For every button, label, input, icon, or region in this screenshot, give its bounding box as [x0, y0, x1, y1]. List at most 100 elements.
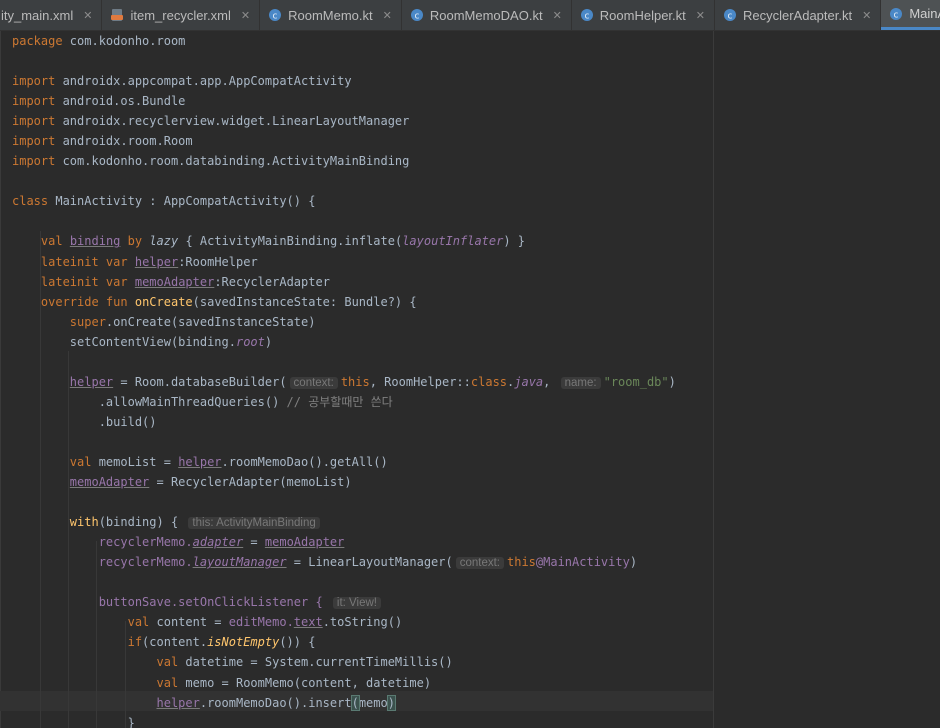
close-icon[interactable]: ✕ [553, 9, 562, 22]
current-code-line: helper.roomMemoDao().insert(memo) [12, 693, 676, 713]
code-line: super.onCreate(savedInstanceState) [12, 312, 676, 332]
property-name: layoutManager [192, 555, 287, 570]
code-line: val memo = RoomMemo(content, datetime) [12, 673, 676, 693]
keyword: import [12, 154, 56, 169]
type-name: :RecyclerAdapter [214, 274, 330, 289]
code-text: } [127, 715, 135, 728]
keyword: import [12, 74, 56, 89]
tab-mainactivity-kt[interactable]: cMainActivity.kt✕ [881, 0, 940, 30]
code-text: = [243, 535, 265, 550]
code-text: ) [264, 334, 273, 349]
code-line: lateinit var memoAdapter:RecyclerAdapter [12, 272, 676, 292]
code-line: import android.os.Bundle [12, 91, 676, 111]
tab-label: RoomMemoDAO.kt [429, 7, 543, 23]
property-name: memoAdapter [264, 535, 345, 550]
property-name: memoAdapter [69, 475, 150, 490]
close-icon[interactable]: ✕ [383, 9, 392, 22]
code-text: = RecyclerAdapter(memoList) [149, 475, 352, 490]
keyword: class [12, 194, 49, 209]
editor-tab-bar: ity_main.xml ✕ item_recycler.xml ✕ c RoomMemo… [0, 0, 940, 31]
code-line: import com.kodonho.room.databinding.Acti… [12, 151, 676, 171]
code-line: override fun onCreate(savedInstanceState… [12, 292, 676, 312]
lambda-param-hint: it: View! [332, 597, 381, 610]
kotlin-class-icon: c [889, 7, 903, 21]
code-line: recyclerMemo.adapter = memoAdapter [12, 532, 676, 552]
receiver-hint: this: ActivityMainBinding [188, 517, 320, 530]
tab-label: RoomMemo.kt [288, 7, 373, 23]
keyword: lateinit var [40, 254, 128, 269]
keyword: import [12, 134, 56, 149]
code-text: ) } [503, 234, 526, 249]
keyword: val [69, 454, 92, 469]
kotlin-class-icon: c [410, 8, 424, 22]
code-text: memo [358, 695, 388, 710]
code-line: val memoList = helper.roomMemoDao().getA… [12, 452, 676, 472]
import-path: androidx.room.Room [55, 134, 193, 149]
property-name: adapter [192, 535, 244, 550]
parameter-hint: context: [455, 557, 504, 570]
tab-label: MainActivity.kt [909, 6, 940, 21]
tab-item-recycler-xml[interactable]: item_recycler.xml ✕ [102, 0, 261, 30]
code-line: import androidx.room.Room [12, 131, 676, 151]
close-icon[interactable]: ✕ [696, 9, 705, 22]
keyword: import [12, 114, 56, 129]
svg-text:c: c [273, 12, 278, 22]
code-line: .allowMainThreadQueries() // 공부할때만 쓴다 [12, 392, 676, 412]
parameter-hint: context: [289, 376, 338, 389]
keyword: class [470, 374, 508, 389]
keyword: this [340, 374, 370, 389]
kotlin-class-icon: c [268, 8, 282, 22]
code-line: import androidx.appcompat.app.AppCompatA… [12, 71, 676, 91]
tab-roommemodao-kt[interactable]: c RoomMemoDAO.kt ✕ [402, 0, 572, 30]
text-cursor [394, 696, 396, 711]
tab-label: RoomHelper.kt [599, 7, 686, 23]
property-name: java [514, 374, 544, 389]
property-name: binding [69, 234, 121, 249]
code-line: val datetime = System.currentTimeMillis(… [12, 652, 676, 672]
package-name: com.kodonho.room [62, 34, 186, 48]
code-line: } [12, 713, 676, 728]
right-margin-guide [713, 31, 714, 728]
code-text: datetime = System.currentTimeMillis() [178, 655, 453, 670]
matched-bracket: ) [386, 694, 396, 711]
property-name: helper [69, 374, 114, 389]
label-reference: @MainActivity [535, 555, 630, 570]
tab-roomhelper-kt[interactable]: c RoomHelper.kt ✕ [572, 0, 715, 30]
code-editor[interactable]: package com.kodonho.room import androidx… [0, 31, 940, 728]
close-icon[interactable]: ✕ [862, 9, 871, 22]
property-name: helper [178, 454, 222, 469]
code-text: ) [629, 555, 638, 570]
tab-roommemo-kt[interactable]: c RoomMemo.kt ✕ [260, 0, 402, 30]
import-path: android.os.Bundle [55, 94, 186, 109]
function-name: lazy [149, 234, 179, 249]
code-line: class MainActivity : AppCompatActivity()… [12, 191, 676, 211]
close-icon[interactable]: ✕ [241, 9, 250, 22]
code-text: memoList = [91, 454, 179, 469]
code-text: setContentView(binding. [69, 334, 236, 349]
keyword: import [12, 94, 56, 109]
code-text: (savedInstanceState: Bundle?) { [192, 294, 417, 309]
tab-ity-main-xml[interactable]: ity_main.xml ✕ [0, 0, 103, 30]
tab-label: RecyclerAdapter.kt [742, 7, 853, 23]
property-name: helper [156, 695, 200, 710]
keyword: val [156, 675, 179, 690]
keyword: val [127, 615, 150, 630]
close-icon[interactable]: ✕ [83, 9, 92, 22]
property-name: layoutInflater [402, 234, 504, 249]
code-line: lateinit var helper:RoomHelper [12, 252, 676, 272]
keyword: val [40, 234, 63, 249]
code-text: (content. [142, 635, 208, 650]
keyword: by [127, 234, 143, 249]
tab-recycleradapter-kt[interactable]: c RecyclerAdapter.kt ✕ [715, 0, 882, 30]
code-line: val binding by lazy { ActivityMainBindin… [12, 231, 676, 251]
code-line: .build() [12, 412, 676, 432]
code-text: , [543, 374, 551, 389]
property-name: recyclerMemo. [98, 535, 193, 550]
code-line: recyclerMemo.layoutManager = LinearLayou… [12, 552, 676, 572]
property-name: editMemo. [228, 615, 294, 630]
